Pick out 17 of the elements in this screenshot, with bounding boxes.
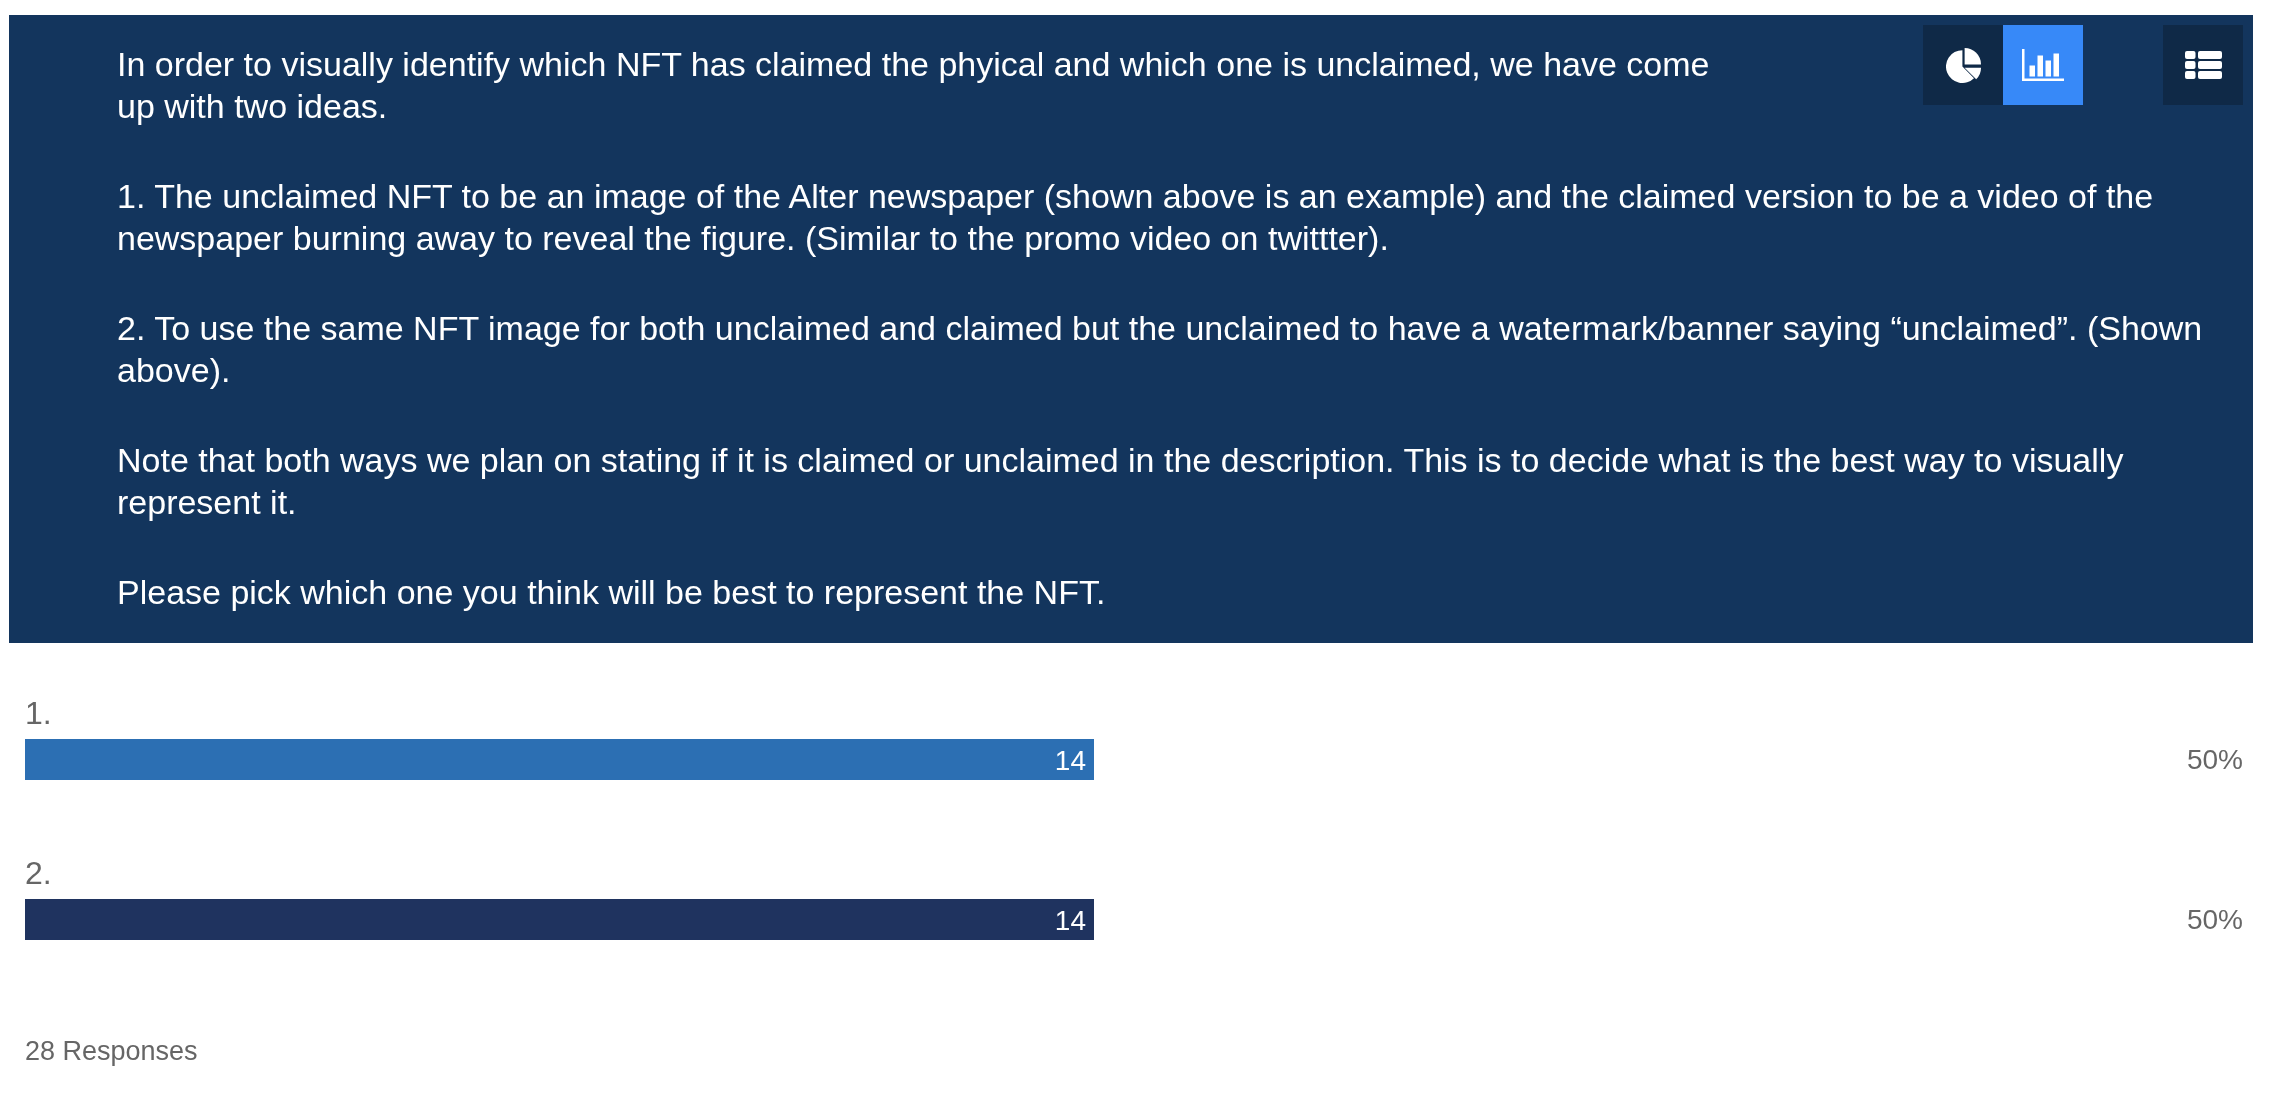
list-icon xyxy=(2184,51,2222,79)
pie-chart-button[interactable] xyxy=(1923,25,2003,105)
percent-label: 50% xyxy=(2186,903,2243,936)
question-text: Please pick which one you think will be best to represent the NFT. xyxy=(117,572,1107,613)
response-count: 28 Responses xyxy=(25,1035,198,1067)
bar-chart-icon xyxy=(2022,49,2064,81)
vote-count: 14 xyxy=(1054,744,1086,776)
option-label: 2. xyxy=(25,854,52,893)
list-view-button[interactable] xyxy=(2163,25,2243,105)
percent-label: 50% xyxy=(2186,743,2243,776)
option-label: 1. xyxy=(25,694,52,733)
pie-chart-icon xyxy=(1945,47,1981,83)
vote-count: 14 xyxy=(1054,904,1086,936)
question-text: Note that both ways we plan on stating if it is claimed or unclaimed in the description. This is to decide what is the best way to visually represent it. xyxy=(117,440,2125,523)
question-text: In order to visually identify which NFT has claimed the phyical and which one is unclaimed, we have come up with two ideas. xyxy=(117,44,1711,127)
question-text: 2. To use the same NFT image for both unclaimed and claimed but the unclaimed to have a watermark/banner saying “unclaimed”. (Shown above). xyxy=(117,308,2204,391)
question-text: 1. The unclaimed NFT to be an image of the Alter newspaper (shown above is an example) and the claimed version to be a video of the newspaper burning away to reveal the figure. (Similar to the promo video on twittter). xyxy=(117,176,2155,259)
